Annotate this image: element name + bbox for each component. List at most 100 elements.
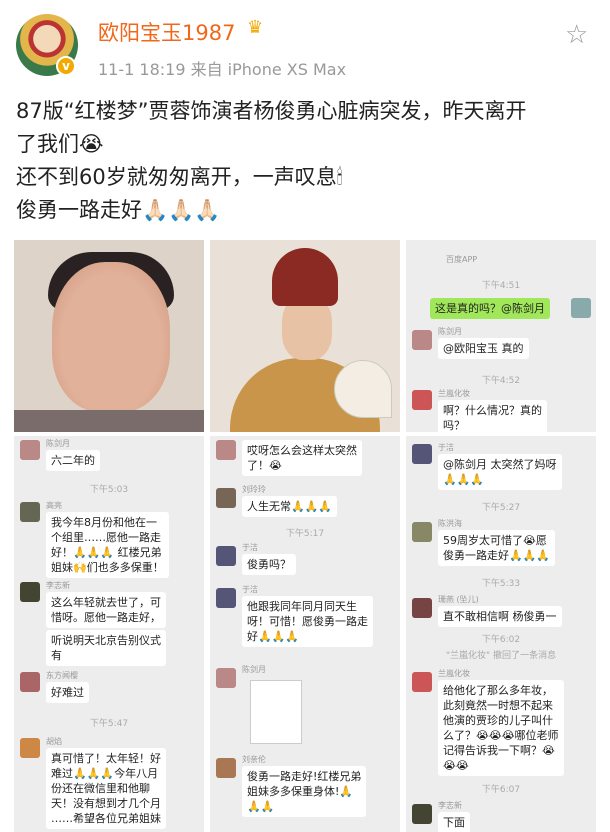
chat-bubble: 59周岁太可惜了😭愿 俊勇一路走好🙏🙏🙏	[438, 530, 556, 566]
chat-bubble: 真可惜了！太年轻！好 难过🙏🙏🙏今年八月 份还在微信里和他聊 天！没有想到才几个…	[46, 748, 166, 829]
chat-bubble: 这么年轻就去世了，可 惜呀。愿他一路走好，	[46, 592, 166, 628]
chat-avatar	[412, 522, 432, 542]
chat-line: 俊勇一路走好🙏🙏🙏	[443, 549, 551, 562]
username[interactable]: 欧阳宝玉1987	[98, 17, 235, 47]
chat-avatar	[216, 668, 236, 688]
chat-line: 他演的贾珍的儿子叫什	[443, 714, 553, 727]
chat-avatar	[412, 444, 432, 464]
grid-image-portrait[interactable]	[14, 240, 204, 432]
chat-sender: 珊燕 (坠儿)	[438, 595, 479, 604]
chat-line: 姐妹🙌们也多多保重！	[51, 561, 164, 574]
grid-image-costume[interactable]	[210, 240, 400, 432]
chat-line: 哎呀怎么会这样太突然	[247, 444, 357, 457]
chat-avatar	[20, 738, 40, 758]
chat-avatar	[216, 488, 236, 508]
chat-line: 🙏🙏	[247, 800, 275, 813]
chat-bubble: 我今年8月份和他在一 个组里……愿他一路走 好！🙏🙏🙏 红楼兄弟 姐妹🙌们也多多…	[46, 512, 169, 578]
chat-sender: 陈洪海	[438, 519, 462, 528]
chat-bubble: @欧阳宝玉 真的	[438, 338, 529, 359]
chat-line: 啊？什么情况？真的	[443, 404, 542, 417]
photo-shirt	[14, 410, 204, 432]
chat-avatar	[216, 588, 236, 608]
grid-image-chat-4[interactable]: 于洁 @陈剑月 太突然了妈呀 🙏🙏🙏 下午5:27 陈洪海 59周岁太可惜了😭愿…	[406, 436, 596, 832]
post-line: 87版“红楼梦”贾蓉饰演者杨俊勇心脏病突发，昨天离开	[16, 99, 527, 123]
chat-time: 下午5:33	[481, 579, 521, 589]
chat-line: 😭😭	[443, 759, 469, 772]
chat-line: 我今年8月份和他在一	[51, 516, 157, 529]
post-meta: 11-1 18:19 来自 iPhone XS Max	[98, 60, 347, 79]
chat-line: 他跟我同年同月同天生	[247, 600, 357, 613]
chat-line: 天！没有想到才几个月	[51, 797, 161, 810]
chat-bubble: 俊勇吗？	[242, 554, 296, 575]
chat-avatar	[20, 440, 40, 460]
post-line: 还不到60岁就匆匆离开，一声叹息🕯	[16, 165, 343, 189]
chat-sender: 胡焰	[46, 737, 62, 746]
chat-sender: 李志新	[438, 801, 462, 810]
chat-bubble: 这是真的吗？@陈剑月	[430, 298, 550, 319]
chat-time: 下午5:47	[89, 719, 129, 729]
chat-line: 份还在微信里和他聊	[51, 782, 150, 795]
chat-line: 吗？	[443, 419, 465, 432]
grid-image-chat-1[interactable]: 百度APP 下午4:51 这是真的吗？@陈剑月 陈剑月 @欧阳宝玉 真的 下午4…	[406, 240, 596, 432]
chat-avatar	[216, 758, 236, 778]
chat-text: 百度APP	[446, 255, 478, 264]
chat-line: 记得告诉我一下啊？😭	[443, 744, 555, 757]
chat-line: 了！😭	[247, 459, 282, 472]
chat-avatar	[412, 672, 432, 692]
post-line: 了我们😭	[16, 132, 104, 156]
chat-bubble: 六二年的	[46, 450, 100, 471]
chat-line: 给他化了那么多年妆，	[443, 684, 553, 697]
chat-time: 下午4:52	[481, 376, 521, 386]
chat-line: 姐妹多多保重身体!🙏	[247, 785, 354, 798]
chat-bubble: 直不敢相信啊 杨俊勇一	[438, 606, 562, 627]
chat-line: 🙏🙏🙏	[443, 473, 485, 486]
grid-image-chat-3[interactable]: 哎呀怎么会这样太突然 了！😭 刘玲玲 人生无常🙏🙏🙏 下午5:17 于洁 俊勇吗…	[210, 436, 400, 832]
crown-icon: ♛	[247, 17, 264, 38]
chat-line: 俊勇一路走好!红楼兄弟	[247, 770, 362, 783]
chat-bubble: 啊？什么情况？真的 吗？	[438, 400, 547, 432]
chat-bubble: @陈剑月 太突然了妈呀 🙏🙏🙏	[438, 454, 562, 490]
chat-avatar	[20, 672, 40, 692]
star-icon[interactable]: ☆	[565, 20, 588, 50]
chat-avatar	[20, 502, 40, 522]
recall-notice: "兰嵐化妆" 撤回了一条消息	[445, 651, 557, 661]
post-content: 87版“红楼梦”贾蓉饰演者杨俊勇心脏病突发，昨天离开 了我们😭 还不到60岁就匆…	[16, 95, 596, 227]
chat-time: 下午5:27	[481, 503, 521, 513]
chat-avatar	[412, 804, 432, 824]
chat-line: 有	[51, 649, 62, 662]
chat-line: 惜呀。愿他一路走好，	[51, 611, 161, 624]
chat-time: 下午4:51	[481, 281, 521, 291]
chat-line: 呀！可惜！愿俊勇一路走	[247, 615, 368, 628]
photo-face	[52, 262, 170, 412]
chat-sender: 刘玲玲	[242, 485, 266, 494]
grid-image-chat-2[interactable]: 陈剑月 六二年的 下午5:03 高亮 我今年8月份和他在一 个组里……愿他一路走…	[14, 436, 204, 832]
chat-bubble: 听说明天北京告别仪式 有	[46, 630, 166, 666]
chat-sender: 东方闻樱	[46, 671, 78, 680]
shared-screenshot-thumbnail	[250, 680, 302, 744]
chat-sender: 于洁	[242, 543, 258, 552]
chat-bubble: 俊勇一路走好!红楼兄弟 姐妹多多保重身体!🙏 🙏🙏	[242, 766, 367, 817]
chat-line: @陈剑月 太突然了妈呀	[443, 458, 557, 471]
chat-bubble: 下面	[438, 812, 470, 832]
chat-sender: 陈剑月	[46, 439, 70, 448]
chat-bubble: 他跟我同年同月同天生 呀！可惜！愿俊勇一路走 好🙏🙏🙏	[242, 596, 373, 647]
chat-sender: 刘亲伦	[242, 755, 266, 764]
chat-time: 下午5:03	[89, 485, 129, 495]
chat-avatar	[412, 330, 432, 350]
chat-line: 好！🙏🙏🙏 红楼兄弟	[51, 546, 162, 559]
chat-sender: 李志新	[46, 581, 70, 590]
chat-line: 59周岁太可惜了😭愿	[443, 534, 547, 547]
chat-avatar	[571, 298, 591, 318]
chat-avatar	[216, 546, 236, 566]
chat-line: 真可惜了！太年轻！好	[51, 752, 161, 765]
chat-line: 个组里……愿他一路走	[51, 531, 161, 544]
chat-sender: 陈剑月	[438, 327, 462, 336]
chat-sender: 兰嵐化妆	[438, 669, 470, 678]
chat-line: 好🙏🙏🙏	[247, 630, 300, 643]
chat-sender: 陈剑月	[242, 665, 266, 674]
chat-sender: 于洁	[242, 585, 258, 594]
chat-time: 下午6:07	[481, 785, 521, 795]
photo-fan	[334, 360, 392, 418]
chat-bubble: 哎呀怎么会这样太突然 了！😭	[242, 440, 362, 476]
chat-line: 么了？😭😭😭哪位老师	[443, 729, 559, 742]
